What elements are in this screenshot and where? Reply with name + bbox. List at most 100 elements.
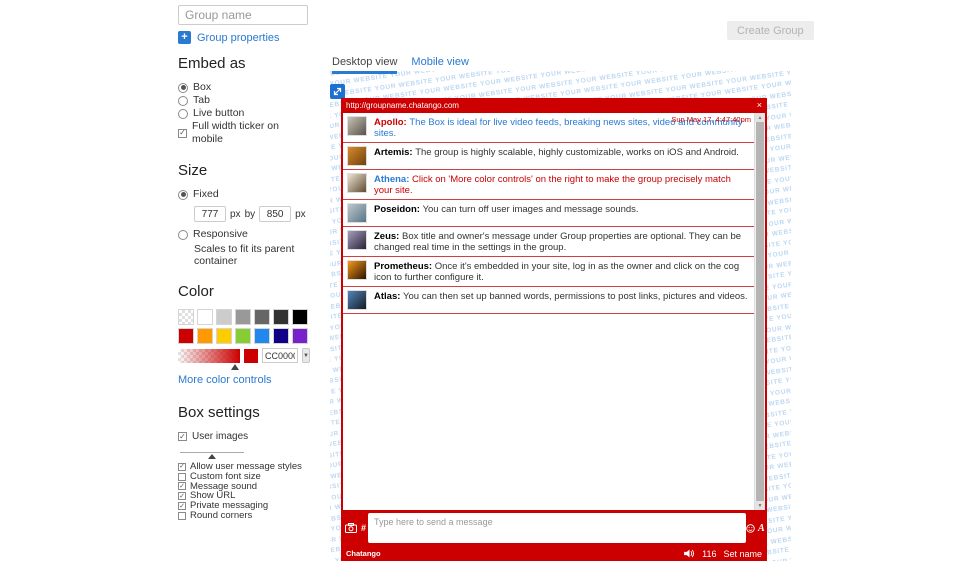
color-swatch-cccccc[interactable] [216, 309, 232, 325]
scroll-down-icon[interactable]: ▼ [755, 501, 765, 510]
size-fixed-radio[interactable]: Fixed [178, 188, 310, 201]
user-images-checkbox[interactable]: ✓ User images [178, 430, 310, 443]
scrollbar[interactable]: ▲ ▼ [754, 113, 765, 510]
size-inputs: px by px [194, 206, 310, 222]
color-swatch-ffffff[interactable] [197, 309, 213, 325]
responsive-hint: Scales to fit its parent container [194, 243, 310, 267]
wave-avatar[interactable] [347, 203, 367, 223]
color-swatch-2288ee[interactable] [254, 328, 270, 344]
message-author[interactable]: Athena: [374, 174, 412, 185]
message-author[interactable]: Apollo: [374, 117, 409, 128]
color-swatch-transparent[interactable] [178, 309, 194, 325]
message-text: Box title and owner's message under Grou… [374, 231, 741, 253]
more-color-controls-link[interactable]: More color controls [178, 374, 272, 386]
message-author[interactable]: Atlas: [374, 291, 403, 302]
bottom-right-controls: 116 Set name [684, 549, 762, 559]
user-count: 116 [702, 549, 716, 559]
color-swatch-000000[interactable] [292, 309, 308, 325]
checkbox-icon: ✓ [178, 432, 187, 441]
owl-avatar[interactable] [347, 173, 367, 193]
color-gradient-slider[interactable] [178, 349, 240, 363]
message-row-poseidon: Poseidon: You can turn off user images a… [343, 200, 754, 227]
checkbox-icon: ✓ [178, 129, 187, 138]
chevron-down-icon: ▼ [303, 353, 309, 359]
size-responsive-label: Responsive [193, 228, 248, 241]
scrollbar-thumb[interactable] [756, 122, 764, 501]
option-label: Tab [193, 94, 210, 107]
hex-color-input[interactable] [262, 348, 298, 363]
box-setting-round-corners[interactable]: Round corners [178, 511, 310, 521]
color-swatch-333333[interactable] [273, 309, 289, 325]
message-author[interactable]: Prometheus: [374, 261, 435, 272]
speaker-icon[interactable] [684, 549, 695, 558]
color-swatch-ffcc00[interactable] [216, 328, 232, 344]
hash-icon[interactable]: # [361, 523, 366, 533]
px-label: px [230, 209, 241, 220]
checkbox-icon [178, 512, 186, 520]
slider-marker-icon[interactable] [208, 454, 216, 459]
embed-option-full-width-ticker-on-mobile[interactable]: ✓Full width ticker on mobile [178, 120, 310, 146]
close-icon[interactable]: × [757, 101, 762, 110]
group-properties-label: Group properties [197, 32, 280, 44]
embed-option-tab[interactable]: Tab [178, 94, 310, 107]
earth-avatar[interactable] [347, 290, 367, 310]
group-name-input[interactable] [178, 5, 308, 25]
slider-marker-icon[interactable] [231, 364, 239, 370]
embed-option-live-button[interactable]: Live button [178, 107, 310, 120]
radio-icon [178, 230, 188, 240]
message-body: Atlas: You can then set up banned words,… [374, 290, 748, 302]
embed-as-options: BoxTabLive button✓Full width ticker on m… [178, 81, 310, 146]
size-fixed-label: Fixed [193, 188, 219, 201]
message-body: Artemis: The group is highly scalable, h… [374, 146, 739, 158]
message-author[interactable]: Poseidon: [374, 204, 423, 215]
chat-messages-area: Apollo: The Box is ideal for live video … [343, 113, 765, 510]
message-input[interactable]: Type here to send a message [368, 513, 746, 543]
color-swatch-88cc33[interactable] [235, 328, 251, 344]
message-timestamp: Sun May 17, 4:47:40pm [671, 115, 751, 124]
message-author[interactable]: Zeus: [374, 231, 402, 242]
chat-url: http://groupname.chatango.com [346, 101, 459, 110]
color-swatch-666666[interactable] [254, 309, 270, 325]
astronaut-avatar[interactable] [347, 116, 367, 136]
tab-mobile-view[interactable]: Mobile view [411, 56, 468, 74]
message-row-prometheus: Prometheus: Once it's embedded in your s… [343, 257, 754, 287]
fire-avatar[interactable] [347, 260, 367, 280]
current-color-swatch [244, 349, 258, 363]
chat-input-bar: # Type here to send a message A [341, 510, 767, 546]
checkbox-icon: ✓ [178, 492, 186, 500]
color-swatch-7722cc[interactable] [292, 328, 308, 344]
color-swatch-ff9900[interactable] [197, 328, 213, 344]
checkbox-icon: ✓ [178, 463, 186, 471]
preview-tabs: Desktop view Mobile view [332, 56, 469, 74]
set-name-button[interactable]: Set name [723, 549, 762, 559]
smiley-icon[interactable] [746, 524, 755, 533]
tab-desktop-view[interactable]: Desktop view [332, 56, 397, 74]
chatango-logo[interactable]: Chatango [346, 549, 381, 558]
color-swatch-110088[interactable] [273, 328, 289, 344]
font-style-icon[interactable]: A [758, 523, 765, 534]
user-image-size-slider[interactable] [180, 452, 244, 453]
create-group-button[interactable]: Create Group [727, 21, 814, 40]
width-input[interactable] [194, 206, 226, 222]
lightning-avatar[interactable] [347, 230, 367, 250]
message-body: Poseidon: You can turn off user images a… [374, 203, 639, 215]
by-label: by [245, 209, 256, 220]
color-swatch-cc0000[interactable] [178, 328, 194, 344]
color-title: Color [178, 283, 310, 300]
checkbox-icon: ✓ [178, 482, 186, 490]
size-responsive-radio[interactable]: Responsive [178, 228, 310, 241]
option-label: Live button [193, 107, 244, 120]
message-author[interactable]: Artemis: [374, 147, 415, 158]
color-swatch-999999[interactable] [235, 309, 251, 325]
color-dropdown-button[interactable]: ▼ [302, 348, 310, 363]
height-input[interactable] [259, 206, 291, 222]
scroll-up-icon[interactable]: ▲ [755, 113, 765, 122]
expand-icon[interactable] [330, 84, 345, 99]
message-text: You can then set up banned words, permis… [403, 291, 748, 302]
chat-bottom-bar: Chatango 116 Set name [341, 546, 767, 561]
tiger-avatar[interactable] [347, 146, 367, 166]
group-properties-link[interactable]: + Group properties [178, 31, 280, 44]
camera-icon[interactable] [345, 523, 357, 533]
embed-option-box[interactable]: Box [178, 81, 310, 94]
radio-icon [178, 109, 188, 119]
